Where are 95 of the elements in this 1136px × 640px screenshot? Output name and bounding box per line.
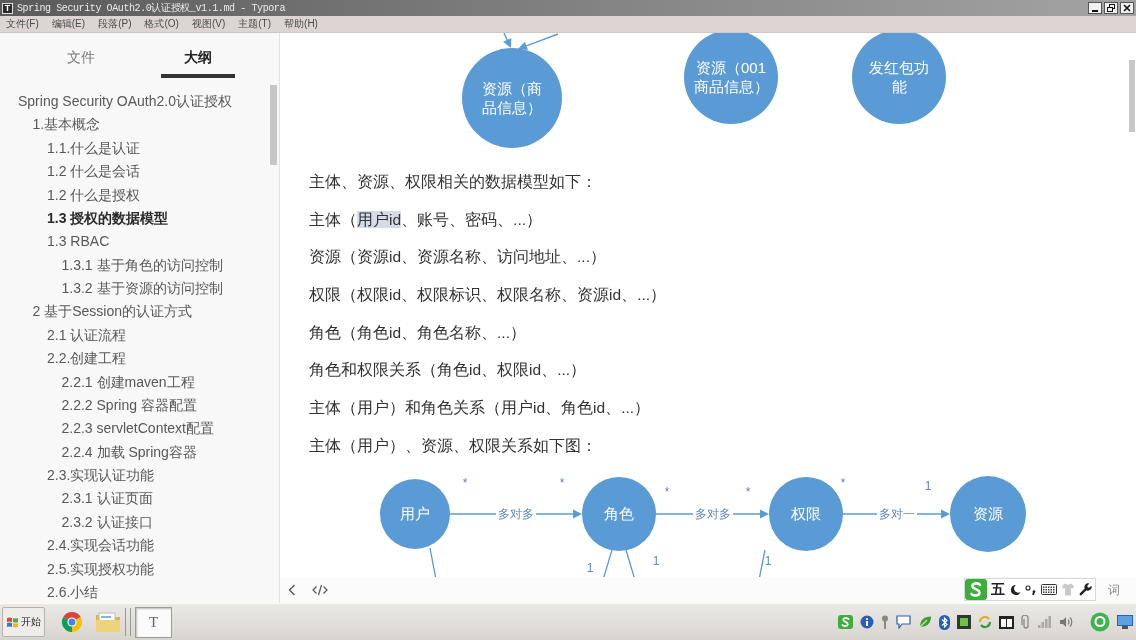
node-label: 发红包功能: [868, 57, 930, 97]
window-title: Spring Security OAuth2.0认证授权_v1.1.md - Typora: [17, 2, 286, 15]
keyboard-icon[interactable]: [1041, 584, 1057, 595]
browser-icon: [60, 610, 84, 634]
outline-item[interactable]: 2.6.小结: [0, 580, 279, 603]
outline-item[interactable]: 2.4.实现会话功能: [0, 534, 279, 558]
close-icon: [1123, 4, 1131, 12]
paragraph: 主体、资源、权限相关的数据模型如下：: [309, 172, 597, 192]
minimize-button[interactable]: [1088, 2, 1102, 14]
edge-label: 多对多: [692, 506, 733, 521]
flag-icon: [6, 616, 19, 628]
node-label: 资源（商品信息）: [481, 78, 543, 118]
multiplicity-label: 1: [652, 554, 660, 567]
menu-item[interactable]: 格式(O): [143, 17, 180, 31]
ime-logo-icon[interactable]: [838, 615, 853, 629]
moon-icon[interactable]: [1009, 583, 1021, 596]
info-icon[interactable]: [860, 615, 874, 629]
edge-label: 多对多: [496, 506, 536, 521]
node-label: 用户: [399, 503, 431, 524]
scrollbar[interactable]: [270, 85, 277, 165]
outline-item[interactable]: 2 基于Session的认证方式: [0, 300, 279, 324]
node-label: 角色: [603, 503, 635, 524]
paragraph: 主体（用户id、账号、密码、...）: [309, 209, 542, 230]
outline-item[interactable]: 2.3.2 认证接口: [0, 510, 279, 535]
folder-icon: [95, 611, 121, 633]
restore-icon: [1107, 4, 1115, 12]
menu-item[interactable]: 主题(T): [237, 17, 273, 31]
restore-button[interactable]: [1104, 2, 1118, 14]
multiplicity-label: 1: [764, 554, 772, 567]
word-count: 词: [1108, 581, 1120, 599]
connector-line: [756, 548, 766, 577]
scrollbar[interactable]: [1129, 60, 1135, 132]
paragraph: 资源（资源id、资源名称、访问地址、...）: [309, 247, 606, 268]
paragraph: 主体（用户）、资源、权限关系如下图：: [309, 435, 597, 456]
outline-item[interactable]: 2.2.1 创建maven工程: [0, 370, 279, 394]
clip-icon[interactable]: [1021, 615, 1031, 629]
outline-item[interactable]: 1.1.什么是认证: [0, 136, 279, 161]
node-label: 权限: [790, 503, 822, 524]
wrench-icon[interactable]: [1079, 583, 1092, 596]
start-button[interactable]: 开始: [2, 607, 45, 637]
outline-item[interactable]: Spring Security OAuth2.0认证授权: [0, 90, 279, 114]
outline-item[interactable]: 1.基本概念: [0, 113, 279, 137]
monitor-icon[interactable]: [1117, 615, 1133, 629]
bluetooth-icon[interactable]: [939, 614, 950, 630]
window-icon[interactable]: [999, 615, 1014, 629]
outline-item[interactable]: 1.3 RBAC: [0, 230, 279, 254]
outline-item[interactable]: 2.2.4 加载 Spring容器: [0, 440, 279, 464]
menu-item[interactable]: 帮助(H): [283, 17, 319, 31]
outline-item[interactable]: 2.5.实现授权功能: [0, 557, 279, 581]
outline-item[interactable]: 1.3.1 基于角色的访问控制: [0, 253, 279, 277]
ring-icon[interactable]: [1090, 612, 1110, 632]
connector-line: [429, 546, 439, 577]
leaf-icon[interactable]: [918, 615, 932, 629]
menu-item[interactable]: 文件(F): [5, 17, 40, 31]
sidebar-tab[interactable]: 大纲: [161, 33, 235, 78]
sync-icon[interactable]: [978, 615, 992, 629]
menu-item[interactable]: 视图(V): [190, 17, 227, 31]
multiplicity-label: *: [559, 476, 565, 489]
paragraph: 角色和权限关系（角色id、权限id、...）: [309, 360, 587, 381]
outline-item[interactable]: 2.3.1 认证页面: [0, 487, 279, 511]
chip-icon[interactable]: [957, 615, 971, 629]
outline-item[interactable]: 1.3 授权的数据模型: [0, 206, 279, 231]
app-icon: T: [2, 2, 13, 14]
paragraph: 角色（角色id、角色名称、...）: [309, 322, 526, 343]
ime-mode[interactable]: 五: [991, 580, 1005, 599]
outline-item[interactable]: 2.2.3 servletContext配置: [0, 417, 279, 441]
outline-item[interactable]: 2.2.2 Spring 容器配置: [0, 393, 279, 418]
multiplicity-label: *: [462, 476, 468, 489]
chevron-left-icon[interactable]: [288, 584, 296, 596]
code-icon[interactable]: [312, 584, 328, 596]
menu-item[interactable]: 编辑(E): [50, 17, 87, 31]
outline-item[interactable]: 1.3.2 基于资源的访问控制: [0, 277, 279, 301]
taskbar-button[interactable]: T: [135, 606, 172, 638]
multiplicity-label: *: [840, 476, 846, 489]
multiplicity-label: *: [664, 485, 670, 498]
edge-label: 多对一: [876, 506, 917, 521]
multiplicity-label: *: [745, 485, 751, 498]
outline-item[interactable]: 2.3.实现认证功能: [0, 464, 279, 488]
outline-item[interactable]: 1.2 什么是授权: [0, 183, 279, 207]
speech-bubble-icon[interactable]: [896, 615, 911, 629]
close-button[interactable]: [1120, 2, 1134, 14]
punctuation-icon[interactable]: [1025, 583, 1037, 596]
multiplicity-label: 1: [924, 479, 932, 492]
volume-icon[interactable]: [1059, 615, 1073, 629]
paragraph: 权限（权限id、权限标识、权限名称、资源id、...）: [309, 285, 667, 306]
pin-icon[interactable]: [881, 615, 889, 629]
node-label: 资源: [972, 503, 1004, 524]
multiplicity-label: 1: [586, 561, 594, 574]
paragraph: 主体（用户）和角色关系（用户id、角色id、...）: [309, 398, 651, 419]
outline-item[interactable]: 2.2.创建工程: [0, 347, 279, 371]
sidebar-tab[interactable]: 文件: [44, 33, 118, 78]
outline-item[interactable]: 1.2 什么是会话: [0, 160, 279, 184]
outline-item[interactable]: 2.1 认证流程: [0, 323, 279, 348]
node-label: 资源（001商品信息）: [693, 57, 769, 97]
menu-item[interactable]: 段落(P): [97, 17, 133, 31]
